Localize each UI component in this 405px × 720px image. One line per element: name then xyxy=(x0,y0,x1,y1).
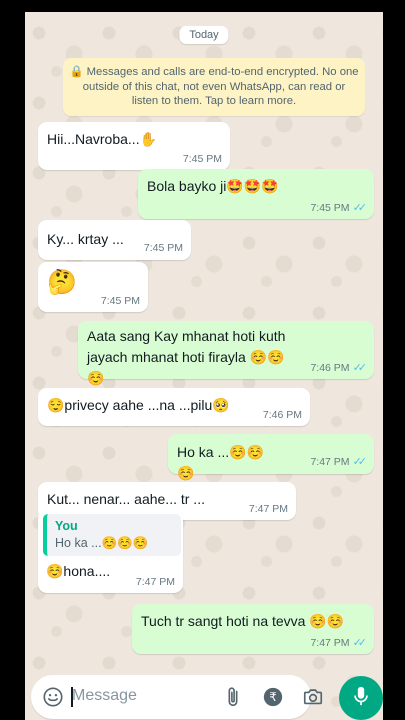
message-text: Tuch tr sangt hoti na tevva ☺️☺️ xyxy=(141,613,345,629)
message-time: 7:47 PM xyxy=(310,455,350,468)
message-incoming-reply[interactable]: You Ho ka ...☺️☺️☺️ ☺️hona.... 7:47 PM xyxy=(38,509,183,593)
message-time: 7:45 PM xyxy=(310,201,350,214)
message-text: Hii...Navroba...✋ xyxy=(47,131,158,147)
message-time: 7:45 PM xyxy=(100,295,140,307)
message-text: Ho ka ...☺️☺️☺️ xyxy=(177,444,264,481)
svg-text:₹: ₹ xyxy=(269,690,277,704)
message-text: 🤔 xyxy=(47,269,77,296)
message-time: 7:47 PM xyxy=(248,503,288,515)
chat-area[interactable]: Today 🔒 Messages and calls are end-to-en… xyxy=(25,12,383,720)
message-input[interactable]: Message xyxy=(72,687,137,705)
message-meta: 7:46 PM ✓✓ xyxy=(310,361,368,375)
message-incoming[interactable]: 🤔 7:45 PM xyxy=(38,262,148,312)
mic-icon xyxy=(351,685,371,712)
message-time: 7:45 PM xyxy=(182,153,222,165)
message-meta: 7:47 PM ✓✓ xyxy=(310,455,368,469)
message-outgoing[interactable]: Aata sang Kay mhanat hoti kuth jayach mh… xyxy=(78,321,374,386)
quoted-text: Ho ka ...☺️☺️☺️ xyxy=(55,536,149,550)
message-outgoing[interactable]: Tuch tr sangt hoti na tevva ☺️☺️ 7:47 PM… xyxy=(132,604,374,654)
message-incoming[interactable]: Hii...Navroba...✋ 7:45 PM xyxy=(38,122,230,170)
message-text: Aata sang Kay mhanat hoti kuth jayach mh… xyxy=(87,328,286,386)
message-incoming[interactable]: Ky... krtay ... 7:45 PM xyxy=(38,220,191,260)
attach-icon[interactable] xyxy=(221,685,245,709)
message-text: Ky... krtay ... xyxy=(47,231,124,247)
message-time: 7:47 PM xyxy=(135,576,175,588)
date-chip: Today xyxy=(179,26,229,44)
message-composer[interactable]: Message ₹ xyxy=(31,675,323,719)
read-ticks-icon: ✓✓ xyxy=(352,362,368,374)
message-meta: 7:45 PM ✓✓ xyxy=(310,201,368,215)
rupee-icon[interactable]: ₹ xyxy=(261,685,285,709)
read-ticks-icon: ✓✓ xyxy=(352,456,368,468)
emoji-icon[interactable] xyxy=(41,685,65,709)
camera-icon[interactable] xyxy=(301,685,325,709)
read-ticks-icon: ✓✓ xyxy=(352,202,368,214)
quoted-message[interactable]: You Ho ka ...☺️☺️☺️ xyxy=(43,514,181,556)
read-ticks-icon: ✓✓ xyxy=(352,637,368,649)
quoted-author: You xyxy=(55,519,78,533)
message-time: 7:45 PM xyxy=(143,242,183,254)
message-time: 7:46 PM xyxy=(310,361,350,374)
message-time: 7:47 PM xyxy=(310,636,350,649)
message-incoming[interactable]: 😌privecy aahe ...na ...pilu🥺 7:46 PM xyxy=(38,388,310,426)
message-time: 7:46 PM xyxy=(262,409,302,421)
message-text: Bola bayko ji🤩🤩🤩 xyxy=(147,178,279,194)
message-outgoing[interactable]: Bola bayko ji🤩🤩🤩 7:45 PM ✓✓ xyxy=(138,169,374,219)
message-meta: 7:47 PM ✓✓ xyxy=(310,636,368,650)
encryption-notice[interactable]: 🔒 Messages and calls are end-to-end encr… xyxy=(63,58,365,116)
message-outgoing[interactable]: Ho ka ...☺️☺️☺️ 7:47 PM ✓✓ xyxy=(168,434,374,481)
mic-button[interactable] xyxy=(339,676,383,720)
